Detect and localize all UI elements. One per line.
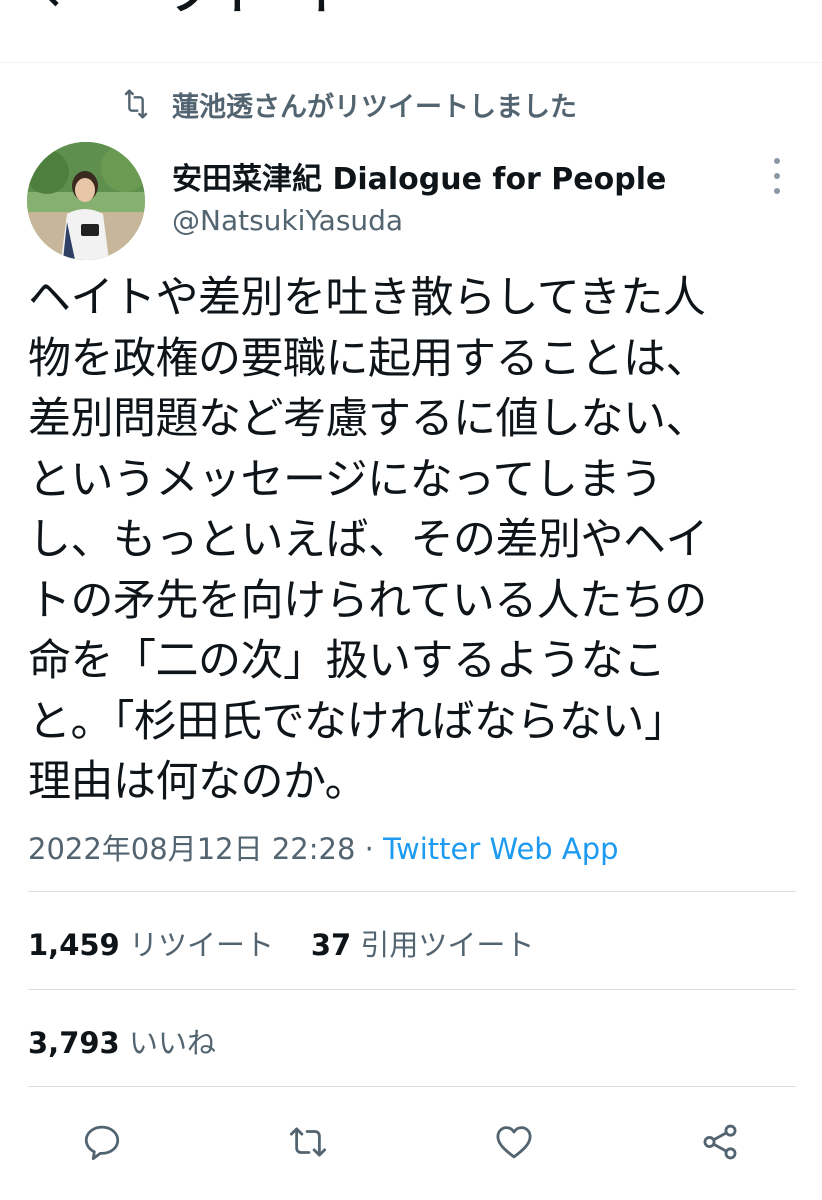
header-divider <box>0 62 822 63</box>
tweet-text-line: ヘイトや差別を吐き散らしてきた人 <box>28 273 706 323</box>
retweet-banner-text: 蓮池透さんがリツイートしました <box>172 91 577 123</box>
metadata-separator: · <box>355 832 384 866</box>
tweet-text-line: と。「杉田氏でなければならない」 <box>28 696 687 747</box>
tweet-text-line: 命を「二の次」扱いするようなこ <box>28 636 666 686</box>
quotes-label: 引用ツイート <box>360 928 535 962</box>
stats-divider-top <box>28 891 796 892</box>
page-title: ツイート <box>166 0 350 16</box>
retweet-banner[interactable]: 蓮池透さんがリツイートしました <box>120 84 577 124</box>
tweet-text-line: 物を政権の要職に起用することは、 <box>28 333 709 384</box>
quotes-link[interactable]: 37 引用ツイート <box>311 928 535 962</box>
quotes-count: 37 <box>310 928 352 962</box>
tweet-source-link[interactable]: Twitter Web App <box>383 832 619 866</box>
avatar[interactable] <box>27 142 145 260</box>
author-display-name[interactable]: 安田菜津紀 Dialogue for People <box>172 154 666 198</box>
share-icon[interactable] <box>690 1112 750 1172</box>
back-arrow-icon[interactable]: ← <box>42 0 89 22</box>
retweets-link[interactable]: 1,459 リツイート <box>28 928 274 962</box>
tweet-timestamp[interactable]: 2022年08月12日 22:28 <box>28 832 355 866</box>
tweet-text: ヘイトや差別を吐き散らしてきた人 物を政権の要職に起用することは、 差別問題など… <box>28 268 808 813</box>
tweet-metadata: 2022年08月12日 22:28 · Twitter Web App <box>28 826 619 868</box>
retweet-icon[interactable] <box>278 1112 338 1172</box>
likes-count: 3,793 <box>28 1026 120 1060</box>
tweet-text-line: し、もっといえば、その差別やヘイ <box>28 515 709 565</box>
stats-divider-bottom <box>28 1086 796 1087</box>
retweets-label: リツイート <box>128 928 274 962</box>
retweets-count: 1,459 <box>28 928 120 962</box>
likes-stats-row: 3,793 いいね <box>28 1020 216 1062</box>
likes-link[interactable]: 3,793 いいね <box>28 1026 216 1060</box>
tweet-text-line: 理由は何なのか。 <box>28 757 368 807</box>
tweet-actions-bar <box>0 1112 822 1172</box>
author-handle[interactable]: @NatsukiYasuda <box>172 204 403 237</box>
tweet-text-line: というメッセージになってしまう <box>28 454 663 505</box>
more-options-icon[interactable] <box>766 158 788 194</box>
heart-icon[interactable] <box>484 1112 544 1172</box>
likes-label: いいね <box>128 1026 216 1060</box>
reply-icon[interactable] <box>72 1112 132 1172</box>
retweet-icon <box>120 88 152 120</box>
top-navigation-bar: ← ツイート <box>0 0 822 62</box>
tweet-text-line: トの矛先を向けられている人たちの <box>28 575 707 626</box>
tweet-text-line: 差別問題など考慮するに値しない、 <box>28 394 709 444</box>
stats-divider-middle <box>28 989 796 990</box>
retweet-stats-row: 1,459 リツイート 37 引用ツイート <box>28 922 534 964</box>
